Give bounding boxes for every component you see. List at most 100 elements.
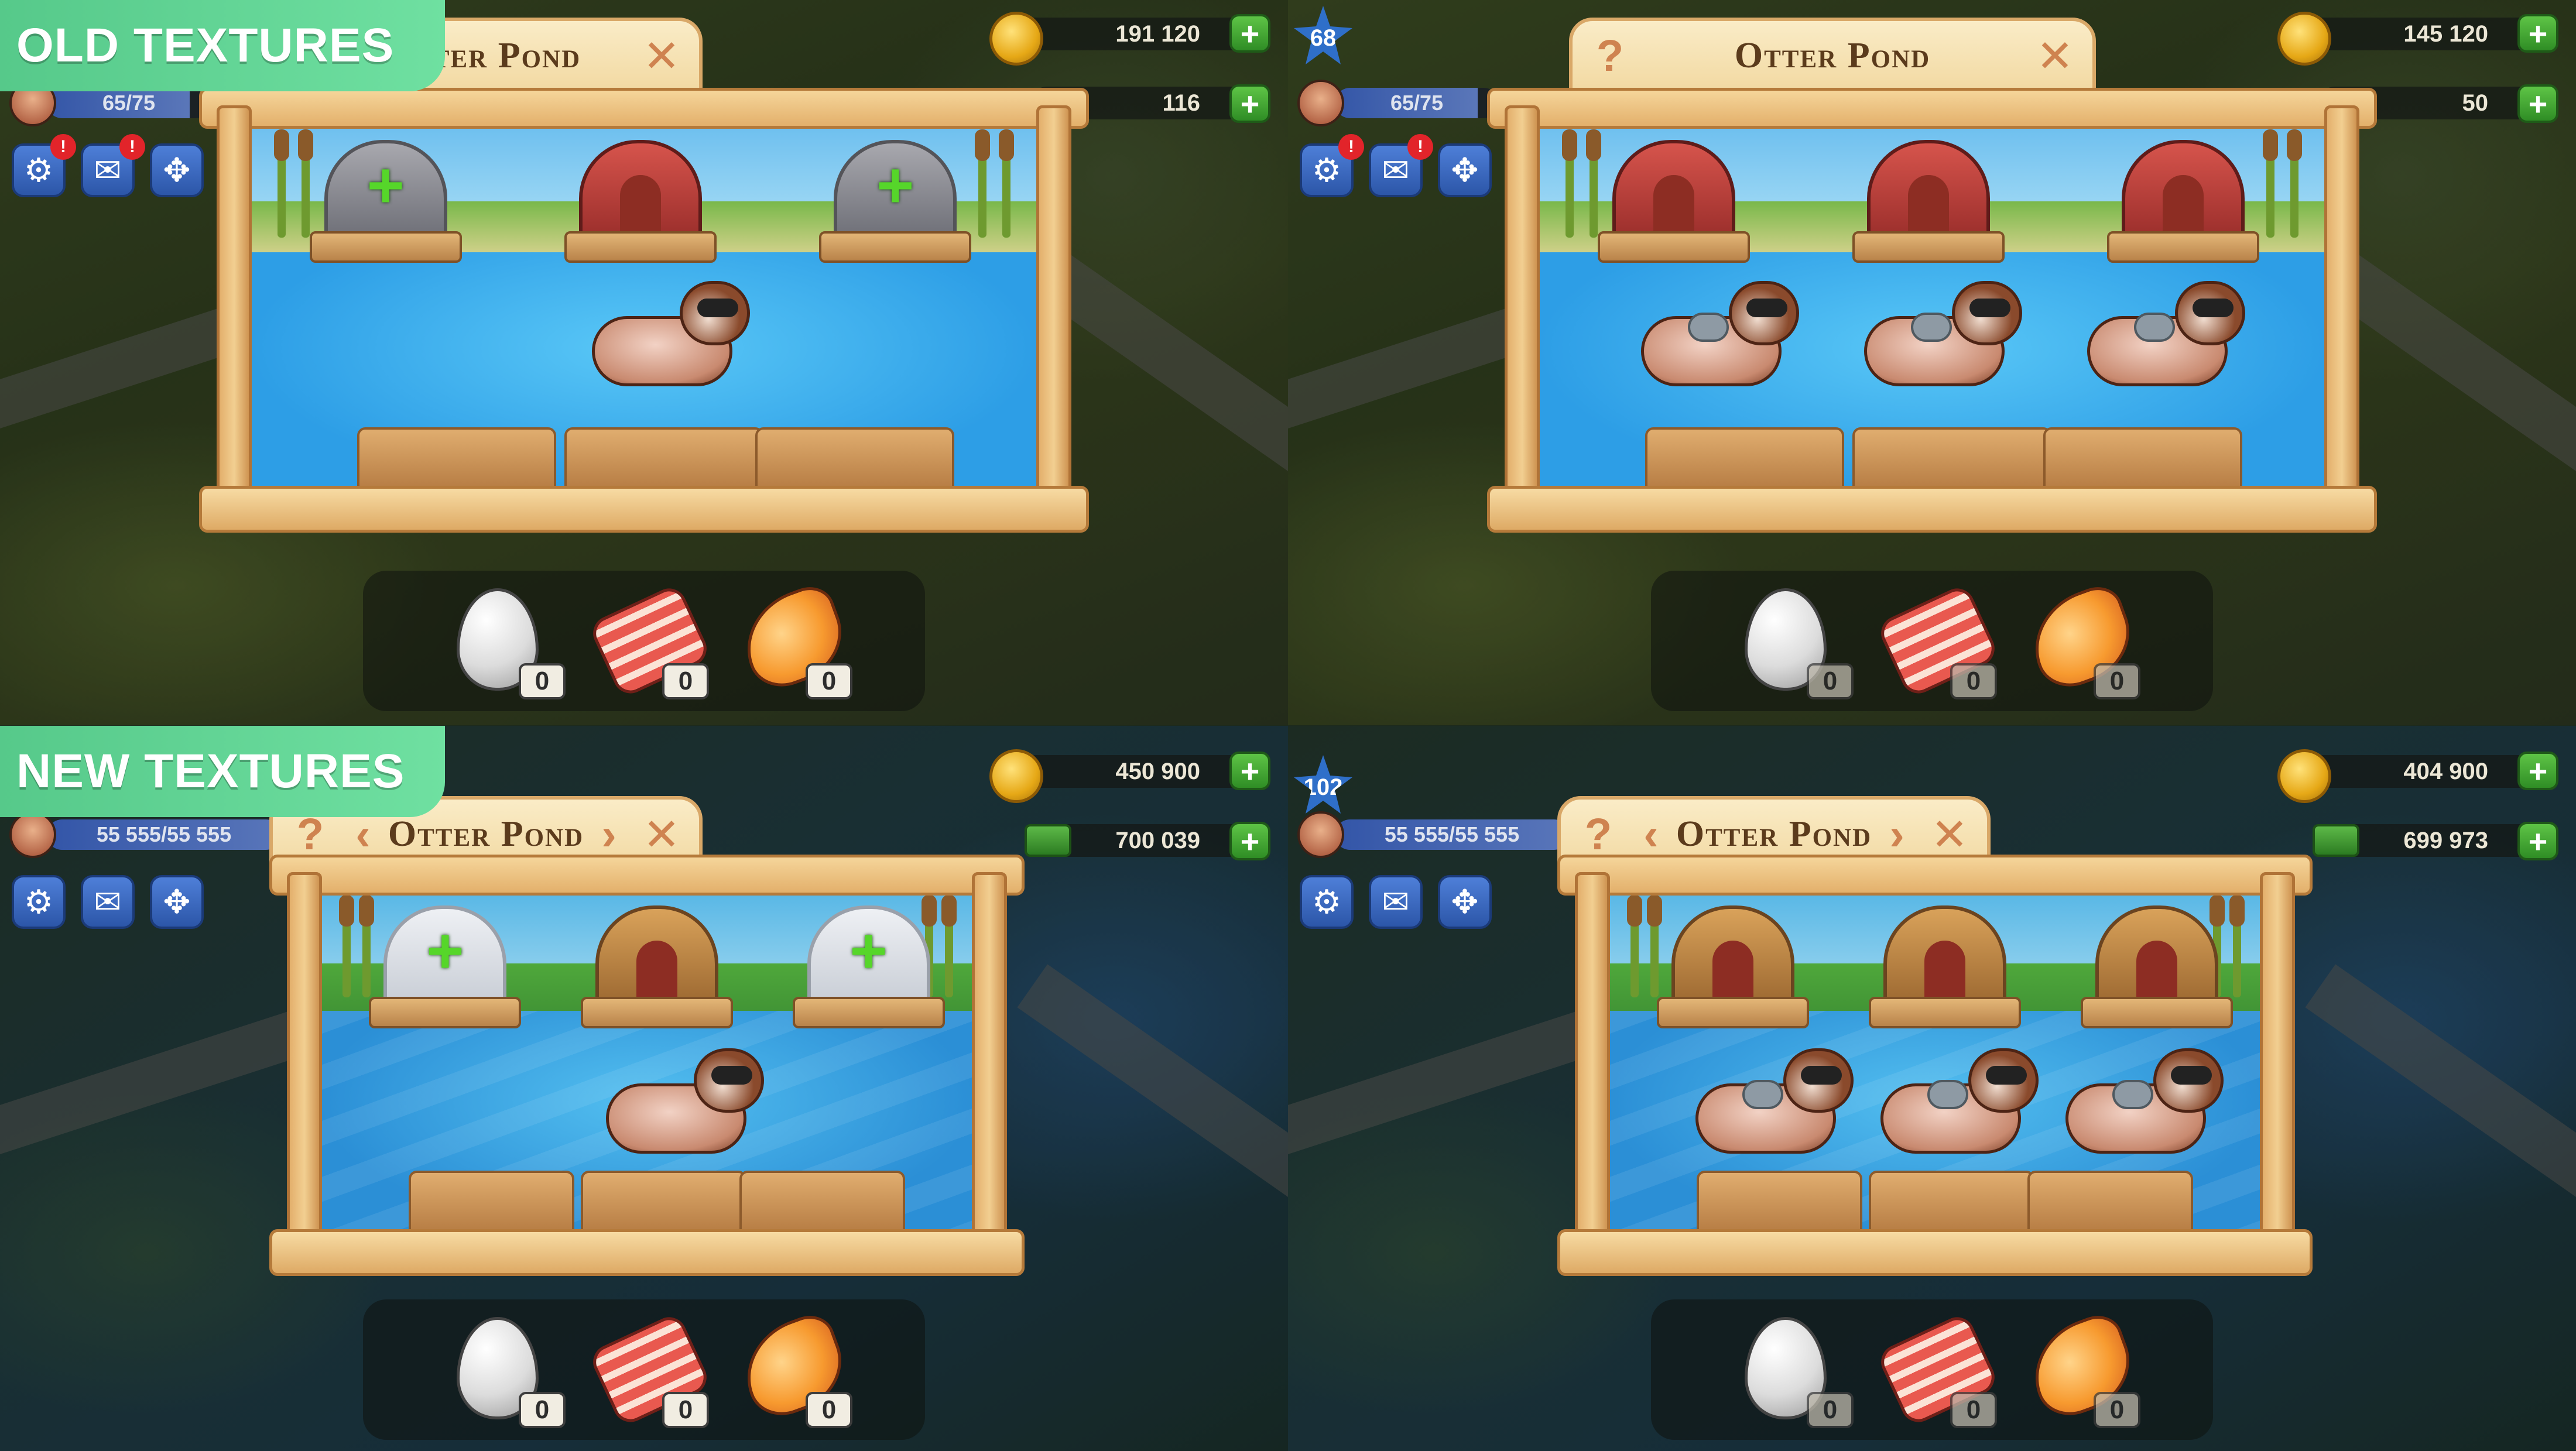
wooden-dock [1869, 1171, 2034, 1235]
resource-egg[interactable]: 0 [1739, 582, 1856, 699]
otter-face [1746, 299, 1788, 318]
house-door [1924, 941, 1965, 1000]
next-button[interactable]: › [1873, 808, 1920, 860]
otter[interactable] [1869, 1048, 2044, 1160]
close-icon: ✕ [1931, 809, 1968, 860]
resource-bacon[interactable]: 0 [1875, 582, 2000, 699]
frame-post [2260, 872, 2295, 1247]
house-door [2136, 941, 2177, 1000]
house-deck [2080, 997, 2233, 1029]
pond-scene [1604, 896, 2266, 1235]
close-button[interactable]: ✕ [638, 808, 685, 860]
empty-house-slot[interactable]: + [369, 905, 522, 1029]
otter-house[interactable] [2080, 905, 2233, 1029]
chevron-left-icon: ‹ [1643, 809, 1659, 859]
resource-egg[interactable]: 0 [451, 1311, 568, 1428]
resource-egg[interactable]: 0 [1739, 1311, 1856, 1428]
wooden-dock [1697, 1171, 1862, 1235]
otter[interactable] [2075, 281, 2251, 392]
house-deck [564, 231, 717, 263]
resource-count: 0 [2094, 663, 2140, 699]
help-button[interactable]: ? [1575, 808, 1622, 860]
resource-salmon[interactable]: 0 [2019, 1308, 2143, 1428]
resource-salmon[interactable]: 0 [731, 1308, 855, 1428]
resource-salmon[interactable]: 0 [2019, 579, 2143, 699]
otter-house[interactable] [1657, 905, 1810, 1029]
resource-egg[interactable]: 0 [451, 582, 568, 699]
panel-1: 65/75 ⚙! ✉! ✥ 191 120 +116 + Otter Pond ✕ + +0 0 0 OL… [0, 0, 1288, 725]
otter-rock [1688, 313, 1729, 342]
pond-scene [1534, 129, 2330, 492]
frame-top-beam [199, 88, 1089, 129]
resource-count: 0 [2094, 1392, 2140, 1428]
chevron-right-icon: › [601, 809, 616, 859]
otter[interactable] [1629, 281, 1805, 392]
resource-salmon[interactable]: 0 [731, 579, 855, 699]
house-door [1908, 174, 1949, 234]
wooden-dock [739, 1171, 905, 1235]
otter[interactable] [1852, 281, 2028, 392]
cattail-reed [274, 129, 290, 238]
next-button[interactable]: › [585, 808, 632, 860]
cattail-reed [2229, 896, 2245, 997]
otter[interactable] [580, 281, 756, 392]
house-deck [369, 997, 522, 1029]
otter[interactable] [2054, 1048, 2229, 1160]
empty-house-slot[interactable]: + [792, 905, 945, 1029]
otter-house[interactable] [1852, 139, 2005, 263]
otter-pond-window: Otter Pond ✕ + +0 0 0 [0, 0, 1288, 725]
close-button[interactable]: ✕ [2032, 29, 2078, 82]
cattail-reed [339, 896, 355, 997]
resource-bacon[interactable]: 0 [1875, 1311, 2000, 1428]
resource-count: 0 [806, 1392, 852, 1428]
house-deck [581, 997, 733, 1029]
frame-post [2324, 105, 2359, 503]
cattail-reed [975, 129, 991, 238]
resource-count: 0 [1807, 1392, 1854, 1428]
prev-button[interactable]: ‹ [1628, 808, 1674, 860]
otter-rock [1742, 1080, 1783, 1109]
cattail-reed [2287, 129, 2302, 238]
resource-bacon[interactable]: 0 [587, 1311, 712, 1428]
house-door [1712, 941, 1754, 1000]
otter-face [1986, 1066, 2027, 1085]
window-title-text: Otter Pond [388, 814, 584, 854]
otter-pond-window: Otter Pond ✕ › ‹? + +0 0 0 [0, 726, 1288, 1451]
close-button[interactable]: ✕ [638, 29, 685, 82]
house-door [1653, 174, 1694, 234]
cattail-reed [1562, 129, 1578, 238]
help-button[interactable]: ? [1587, 29, 1633, 82]
frame-bottom-beam [1487, 486, 2377, 533]
wooden-dock [2027, 1171, 2193, 1235]
house-door [636, 941, 677, 1000]
frame-post [1505, 105, 1540, 503]
frame-post [1036, 105, 1071, 503]
otter-house[interactable] [2107, 139, 2260, 263]
house-door [2163, 174, 2204, 234]
empty-house-slot[interactable]: + [819, 139, 972, 263]
otter[interactable] [594, 1048, 770, 1160]
frame-top-beam [1487, 88, 2377, 129]
resource-bacon[interactable]: 0 [587, 582, 712, 699]
otter-house[interactable] [581, 905, 733, 1029]
wooden-dock [1645, 427, 1845, 492]
otter-house[interactable] [564, 139, 717, 263]
otter-rock [1927, 1080, 1968, 1109]
chevron-right-icon: › [1889, 809, 1904, 859]
empty-house-slot[interactable]: + [309, 139, 462, 263]
otter-house[interactable] [1597, 139, 1750, 263]
help-icon: ? [1596, 30, 1624, 81]
house-door [620, 174, 661, 234]
otter[interactable] [1684, 1048, 1859, 1160]
pond-scene: + + [246, 129, 1042, 492]
otter-house[interactable] [1869, 905, 2021, 1029]
cattail-reed [999, 129, 1014, 238]
frame-bottom-beam [269, 1229, 1025, 1276]
frame-bottom-beam [199, 486, 1089, 533]
house-deck [1852, 231, 2005, 263]
add-house-plus-icon: + [849, 915, 888, 987]
close-button[interactable]: ✕ [1926, 808, 1973, 860]
wooden-dock [564, 427, 763, 492]
otter-face [2171, 1066, 2212, 1085]
house-deck [1657, 997, 1810, 1029]
